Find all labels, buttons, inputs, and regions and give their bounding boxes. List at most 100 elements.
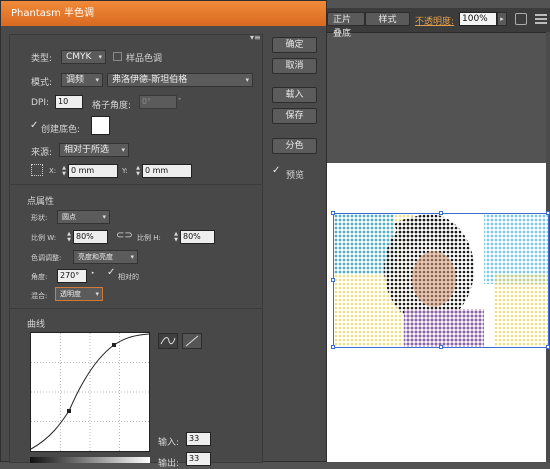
smooth-curve-tool[interactable] — [158, 333, 178, 349]
type-label: 类型: — [31, 54, 53, 64]
dpi-input[interactable]: 10 — [55, 95, 83, 109]
angle-input[interactable]: 270° — [57, 269, 87, 283]
shape-value: 圆点 — [62, 213, 76, 221]
selection-handle[interactable] — [439, 345, 443, 349]
preview-label: 预览 — [286, 171, 305, 181]
cancel-button[interactable]: 取消 — [272, 58, 317, 74]
blend-mode-value: 正片叠底 — [333, 15, 352, 39]
selection-handle[interactable] — [546, 345, 550, 349]
link-icon[interactable]: ⊂⊃ — [116, 230, 133, 241]
selection-handle[interactable] — [331, 211, 335, 215]
separate-button[interactable]: 分色 — [272, 138, 317, 154]
tone-curve — [30, 333, 150, 451]
preview-checkmark[interactable]: ✓ — [272, 165, 280, 176]
ratio-h-spinner[interactable]: ▲ ▼ — [173, 231, 179, 243]
y-label: Y: — [122, 167, 128, 175]
x-label: X: — [49, 167, 57, 175]
spot-color-label: 样品色调 — [126, 54, 163, 64]
y-input[interactable]: 0 mm — [142, 164, 192, 178]
line-curve-tool[interactable] — [182, 333, 202, 349]
dot-section-title: 点属性 — [27, 197, 55, 207]
ratio-h-input[interactable]: 80% — [180, 230, 215, 244]
ratio-w-input[interactable]: 80% — [73, 230, 108, 244]
opacity-link[interactable]: 不透明度: — [415, 14, 454, 27]
chevron-down-icon: ▾ — [102, 213, 106, 221]
angle-label: 角度: — [31, 273, 48, 281]
dither-select[interactable]: 弗洛伊德-斯坦伯格 ▾ — [107, 73, 253, 87]
tone-value: 亮度和亮度 — [78, 253, 113, 261]
grid-icon[interactable] — [515, 13, 527, 25]
y-spinner[interactable]: ▲ ▼ — [135, 165, 141, 177]
create-bg-checkmark[interactable]: ✓ — [30, 120, 38, 131]
ok-button[interactable]: 确定 — [272, 37, 317, 53]
ratio-w-label: 比例 W: — [31, 234, 57, 242]
grid-angle-label: 格子角度: — [92, 101, 132, 111]
halftone-dialog: Phantasm 半色调 ▾≡ 类型: CMYK ▾ 样品色调 模式: 调频 ▾ 弗… — [0, 0, 327, 469]
selection-handle[interactable] — [331, 345, 335, 349]
gradient-ramp — [30, 457, 150, 463]
spot-color-checkbox[interactable] — [113, 52, 122, 61]
source-label: 来源: — [31, 148, 53, 158]
blend-select[interactable]: 透明度 ▾ — [55, 287, 103, 301]
source-select[interactable]: 相对于所选 ▾ — [59, 143, 129, 157]
control-bar: 正片叠底 ▾ 样式 不透明度: 100% ▸ — [325, 8, 550, 39]
chevron-down-icon: ▾ — [121, 146, 125, 154]
dither-value: 弗洛伊德-斯坦伯格 — [112, 75, 188, 85]
relative-checkmark[interactable]: ✓ — [107, 267, 115, 278]
mode-value: 调频 — [66, 75, 85, 85]
relative-label: 相对的 — [118, 273, 139, 281]
curve-editor[interactable] — [30, 332, 150, 452]
curve-input-field[interactable]: 33 — [186, 432, 211, 446]
style-label: 样式 — [378, 15, 397, 25]
mode-select[interactable]: 调频 ▾ — [61, 73, 103, 87]
tone-select[interactable]: 亮度和亮度 ▾ — [73, 250, 138, 264]
angle-spinner[interactable]: ▸ — [90, 270, 96, 282]
chevron-down-icon: ▾ — [95, 76, 99, 84]
output-label: 输出: — [158, 459, 180, 469]
blend-value: 透明度 — [60, 290, 81, 298]
shape-select[interactable]: 圆点 ▾ — [57, 210, 110, 224]
opacity-input[interactable]: 100% — [459, 12, 497, 26]
style-button[interactable]: 样式 — [365, 12, 410, 26]
x-input[interactable]: 0 mm — [68, 164, 118, 178]
menu-lines-icon[interactable]: ▾≡ — [250, 33, 261, 42]
grid-angle-spinner[interactable]: ▸ — [177, 96, 183, 108]
dpi-label: DPI: — [31, 98, 50, 108]
reference-point-icon[interactable] — [31, 164, 43, 176]
bg-color-swatch[interactable] — [91, 116, 110, 135]
chevron-down-icon: ▾ — [245, 76, 249, 84]
input-label: 输入: — [158, 438, 180, 448]
tone-label: 色调调整: — [31, 254, 62, 262]
ratio-h-label: 比例 H: — [137, 234, 161, 242]
divider — [10, 308, 262, 309]
selection-handle[interactable] — [439, 211, 443, 215]
load-button[interactable]: 载入 — [272, 87, 317, 103]
curve-icon — [160, 337, 176, 345]
halftone-photo — [334, 214, 548, 347]
selection-handle[interactable] — [331, 278, 335, 282]
dialog-title[interactable]: Phantasm 半色调 — [1, 1, 326, 26]
divider — [10, 184, 262, 185]
selection-handle[interactable] — [546, 211, 550, 215]
shape-label: 形状: — [31, 214, 48, 222]
curve-section-title: 曲线 — [27, 320, 46, 330]
curve-output-field[interactable]: 33 — [186, 452, 211, 466]
type-value: CMYK — [66, 52, 92, 62]
chevron-down-icon: ▾ — [95, 290, 99, 298]
chevron-down-icon: ▾ — [98, 53, 102, 61]
mode-label: 模式: — [31, 78, 53, 88]
chevron-down-icon: ▾ — [130, 253, 134, 261]
type-select[interactable]: CMYK ▾ — [61, 50, 106, 64]
create-bg-label: 创建底色: — [41, 125, 81, 135]
save-button[interactable]: 保存 — [272, 108, 317, 124]
opacity-arrow[interactable]: ▸ — [497, 12, 507, 26]
blend-mode-select[interactable]: 正片叠底 — [327, 12, 365, 39]
x-spinner[interactable]: ▲ ▼ — [61, 165, 67, 177]
grid-angle-input[interactable]: 0° — [139, 95, 177, 109]
line-icon — [185, 335, 199, 347]
halftone-image[interactable] — [333, 213, 549, 348]
blend-label: 混合: — [31, 292, 48, 300]
ratio-w-spinner[interactable]: ▲ ▼ — [66, 231, 72, 243]
list-icon[interactable] — [535, 14, 547, 24]
source-value: 相对于所选 — [64, 145, 110, 155]
